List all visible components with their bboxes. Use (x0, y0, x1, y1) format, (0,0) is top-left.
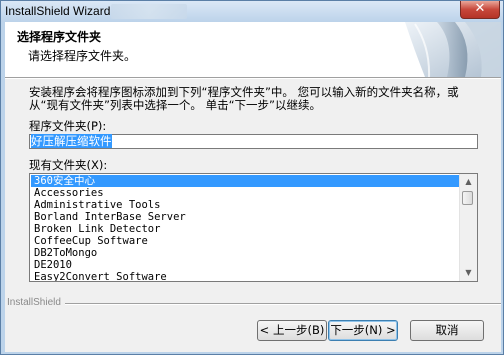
existing-folders-label: 现有文件夹(X): (29, 158, 108, 172)
program-folder-label: 程序文件夹(P): (29, 119, 107, 133)
setup-graphic-icon (405, 22, 501, 77)
folder-items: 360安全中心 Accessories Administrative Tools… (31, 175, 459, 281)
list-item[interactable]: Accessories (31, 187, 459, 199)
back-button[interactable]: < 上一步(B) (257, 320, 327, 341)
close-button[interactable]: ✕ (460, 1, 500, 19)
program-folder-input[interactable]: 好压解压缩软件 (29, 134, 478, 149)
next-button[interactable]: 下一步(N) > (328, 320, 398, 341)
list-item[interactable]: Administrative Tools (31, 199, 459, 211)
header-separator (5, 77, 501, 79)
installshield-brand: InstallShield (7, 297, 61, 308)
list-item[interactable]: Broken Link Detector (31, 223, 459, 235)
title-bar[interactable]: InstallShield Wizard ✕ (1, 1, 503, 22)
installshield-window: InstallShield Wizard ✕ 选择程序文件夹 请选择程序文件夹。 (0, 0, 504, 355)
header-title: 选择程序文件夹 (17, 30, 102, 44)
instructions-text: 安装程序会将程序图标添加到下列“程序文件夹”中。 您可以输入新的文件夹名称，或从… (29, 85, 459, 112)
list-item[interactable]: Easy2Convert Software (31, 271, 459, 281)
list-item[interactable]: CoffeeCup Software (31, 235, 459, 247)
scroll-up-icon[interactable]: ▲ (460, 174, 477, 190)
window-title: InstallShield Wizard (5, 4, 111, 18)
list-scrollbar[interactable]: ▲ ▼ (459, 174, 477, 281)
cancel-button[interactable]: 取消 (410, 320, 484, 341)
close-icon: ✕ (474, 1, 486, 16)
program-folder-value: 好压解压缩软件 (31, 134, 112, 148)
list-item[interactable]: Borland InterBase Server (31, 211, 459, 223)
existing-folders-list[interactable]: 360安全中心 Accessories Administrative Tools… (29, 173, 478, 282)
footer-separator (65, 303, 501, 305)
scrollbar-thumb[interactable] (462, 191, 473, 205)
background-window-tab (111, 4, 187, 19)
list-item[interactable]: DE2010 (31, 259, 459, 271)
list-item[interactable]: 360安全中心 (31, 175, 459, 187)
wizard-client-area: 选择程序文件夹 请选择程序文件夹。 安装程序会将程序图标添加到下列“程序文件夹”… (5, 22, 501, 352)
wizard-header: 选择程序文件夹 请选择程序文件夹。 (5, 22, 501, 77)
header-subtitle: 请选择程序文件夹。 (28, 49, 137, 63)
list-item[interactable]: DB2ToMongo (31, 247, 459, 259)
scroll-down-icon[interactable]: ▼ (460, 265, 477, 281)
